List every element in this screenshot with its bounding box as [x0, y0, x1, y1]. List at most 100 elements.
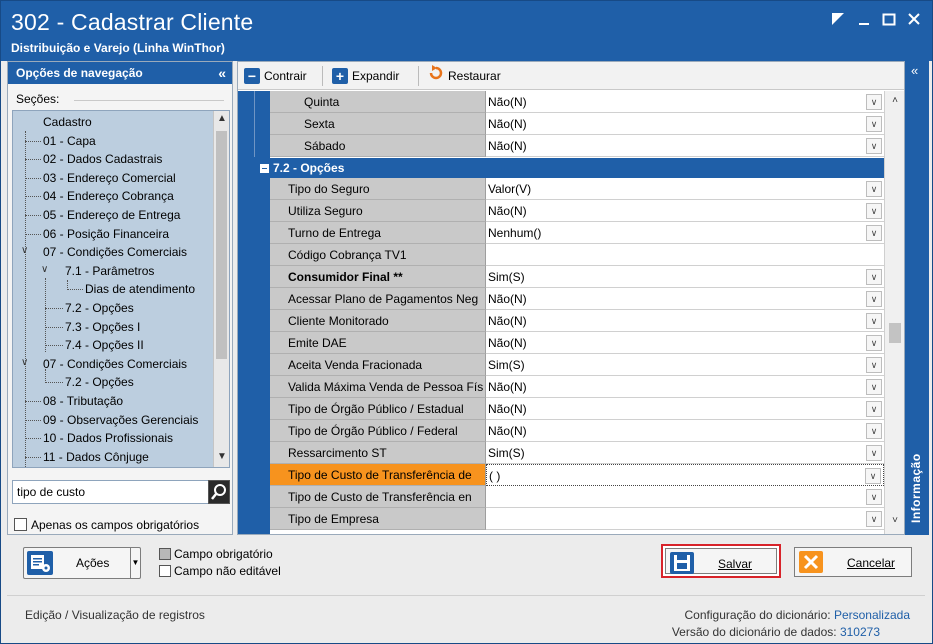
scroll-up-icon[interactable]: ˄	[889, 95, 901, 109]
chevron-down-icon[interactable]: ∨	[866, 379, 882, 395]
contrair-button[interactable]: − Contrair	[244, 66, 307, 86]
property-value[interactable]: Valor(V) ∨	[486, 178, 884, 200]
chevron-down-icon[interactable]: ∨	[866, 313, 882, 329]
scroll-down-icon[interactable]: ▼	[216, 451, 228, 465]
chevron-down-icon[interactable]: ∨	[866, 401, 882, 417]
chevron-down-icon[interactable]: ∨	[866, 423, 882, 439]
chevron-down-icon[interactable]: ∨	[866, 489, 882, 505]
tree-item[interactable]: 7.2 - Opções	[65, 299, 134, 317]
property-row[interactable]: Aceita Venda Fracionada Sim(S) ∨	[238, 354, 884, 376]
property-row[interactable]: Tipo de Custo de Transferência en ∨	[238, 486, 884, 508]
minimize-icon[interactable]	[853, 9, 875, 31]
tree-item[interactable]: 02 - Dados Cadastrais	[43, 150, 162, 168]
tree-item[interactable]: 08 - Tributação	[43, 392, 123, 410]
property-row[interactable]: Quinta Não(N) ∨	[238, 91, 884, 113]
property-row[interactable]: Cliente Monitorado Não(N) ∨	[238, 310, 884, 332]
property-row[interactable]: Código Cobrança TV1	[238, 244, 884, 266]
tree-item[interactable]: 7.1 - Parâmetros	[65, 262, 154, 280]
expandir-button[interactable]: + Expandir	[332, 66, 399, 86]
property-value[interactable]	[486, 244, 884, 266]
tree-item[interactable]: 03 - Endereço Comercial	[43, 169, 176, 187]
required-only-option[interactable]: Apenas os campos obrigatórios	[14, 517, 199, 533]
tree-item[interactable]: 07 - Condições Comerciais	[43, 355, 187, 373]
property-row[interactable]: Utiliza Seguro Não(N) ∨	[238, 200, 884, 222]
collapse-nav-icon[interactable]: «	[218, 62, 226, 84]
property-value[interactable]: ∨	[486, 508, 884, 530]
property-value[interactable]: Sim(S) ∨	[486, 442, 884, 464]
chevron-down-icon[interactable]: ∨	[866, 138, 882, 154]
tree-item[interactable]: 01 - Capa	[43, 132, 96, 150]
scroll-up-icon[interactable]: ▲	[216, 113, 228, 127]
acoes-button[interactable]: Ações ▼	[23, 547, 141, 579]
cancelar-button[interactable]: Cancelar	[794, 547, 912, 577]
section-header[interactable]: 7.2 - Opções	[254, 158, 884, 178]
property-value[interactable]: Não(N) ∨	[486, 332, 884, 354]
restore-icon[interactable]	[827, 9, 849, 31]
required-only-checkbox[interactable]	[14, 518, 27, 531]
tree-item[interactable]: 05 - Endereço de Entrega	[43, 206, 180, 224]
property-value[interactable]: Não(N) ∨	[486, 376, 884, 398]
search-icon[interactable]	[208, 480, 230, 504]
property-value[interactable]: Não(N) ∨	[486, 91, 884, 113]
property-value[interactable]: Não(N) ∨	[486, 420, 884, 442]
tree-item[interactable]: 07 - Condições Comerciais	[43, 243, 187, 261]
grid-scrollbar[interactable]: ˄ ˅	[884, 91, 904, 534]
tree-item[interactable]: 04 - Endereço Cobrança	[43, 187, 174, 205]
chevron-down-icon[interactable]: ∨	[866, 357, 882, 373]
property-row[interactable]: Emite DAE Não(N) ∨	[238, 332, 884, 354]
chevron-down-icon[interactable]: ∨	[866, 291, 882, 307]
property-row[interactable]: Ressarcimento ST Sim(S) ∨	[238, 442, 884, 464]
salvar-button[interactable]: Salvar	[661, 544, 781, 578]
tree-item[interactable]: 7.3 - Opções I	[65, 318, 140, 336]
restaurar-button[interactable]: Restaurar	[428, 65, 501, 86]
expand-info-icon[interactable]: «	[911, 63, 918, 78]
property-row[interactable]: Sexta Não(N) ∨	[238, 113, 884, 135]
tree-item[interactable]: Dias de atendimento	[85, 280, 195, 298]
property-row[interactable]: Sábado Não(N) ∨	[238, 135, 884, 157]
collapse-section-icon[interactable]	[260, 164, 269, 173]
close-icon[interactable]	[903, 9, 925, 31]
property-value[interactable]: Não(N) ∨	[486, 135, 884, 157]
property-row[interactable]: Tipo do Seguro Valor(V) ∨	[238, 178, 884, 200]
tree-item[interactable]: 06 - Posição Financeira	[43, 225, 169, 243]
property-row[interactable]: Consumidor Final ** Sim(S) ∨	[238, 266, 884, 288]
chevron-down-icon[interactable]: ∨	[866, 116, 882, 132]
property-row[interactable]: Turno de Entrega Nenhum() ∨	[238, 222, 884, 244]
property-row[interactable]: Tipo de Empresa ∨	[238, 508, 884, 530]
maximize-icon[interactable]	[878, 9, 900, 31]
tree-scroll-thumb[interactable]	[216, 131, 227, 359]
property-value[interactable]: Nenhum() ∨	[486, 222, 884, 244]
property-value[interactable]: Não(N) ∨	[486, 398, 884, 420]
acoes-dropdown-icon[interactable]: ▼	[130, 548, 140, 578]
tree-item[interactable]: 7.4 - Opções II	[65, 336, 144, 354]
tree-item[interactable]: Cadastro	[43, 113, 92, 131]
chevron-down-icon[interactable]: ∨	[866, 181, 882, 197]
chevron-down-icon[interactable]: ∨	[866, 511, 882, 527]
section-search-input[interactable]	[12, 480, 210, 504]
chevron-down-icon[interactable]: ∨	[41, 264, 48, 275]
tree-scrollbar[interactable]: ▲ ▼	[213, 111, 229, 467]
property-value[interactable]: Não(N) ∨	[486, 310, 884, 332]
scroll-down-icon[interactable]: ˅	[889, 515, 901, 529]
property-value[interactable]: Sim(S) ∨	[486, 266, 884, 288]
sections-tree[interactable]: ▲ ▼ Cadastro 01 - Capa 02 - Dados Cadastra…	[12, 110, 230, 468]
property-value[interactable]: Não(N) ∨	[486, 200, 884, 222]
chevron-down-icon[interactable]: ∨	[866, 445, 882, 461]
property-row[interactable]: Acessar Plano de Pagamentos Neg Não(N) ∨	[238, 288, 884, 310]
information-tab[interactable]: « Informação	[905, 61, 929, 535]
property-row[interactable]: Tipo de Órgão Público / Federal Não(N) ∨	[238, 420, 884, 442]
tree-item[interactable]: 11 - Dados Cônjuge	[43, 448, 149, 466]
property-value[interactable]: Não(N) ∨	[486, 113, 884, 135]
grid-scroll-thumb[interactable]	[889, 323, 901, 343]
chevron-down-icon[interactable]: ∨	[866, 94, 882, 110]
chevron-down-icon[interactable]: ∨	[866, 225, 882, 241]
chevron-down-icon[interactable]: ∨	[866, 335, 882, 351]
property-row[interactable]: Tipo de Custo de Transferência de( ) ∨	[238, 464, 884, 486]
property-value[interactable]: ( ) ∨	[486, 464, 884, 486]
property-value[interactable]: ∨	[486, 486, 884, 508]
property-value[interactable]: Não(N) ∨	[486, 288, 884, 310]
chevron-down-icon[interactable]: ∨	[866, 269, 882, 285]
chevron-down-icon[interactable]: ∨	[866, 203, 882, 219]
tree-item[interactable]: 7.2 - Opções	[65, 373, 134, 391]
property-row[interactable]: Tipo de Órgão Público / Estadual Não(N) ∨	[238, 398, 884, 420]
